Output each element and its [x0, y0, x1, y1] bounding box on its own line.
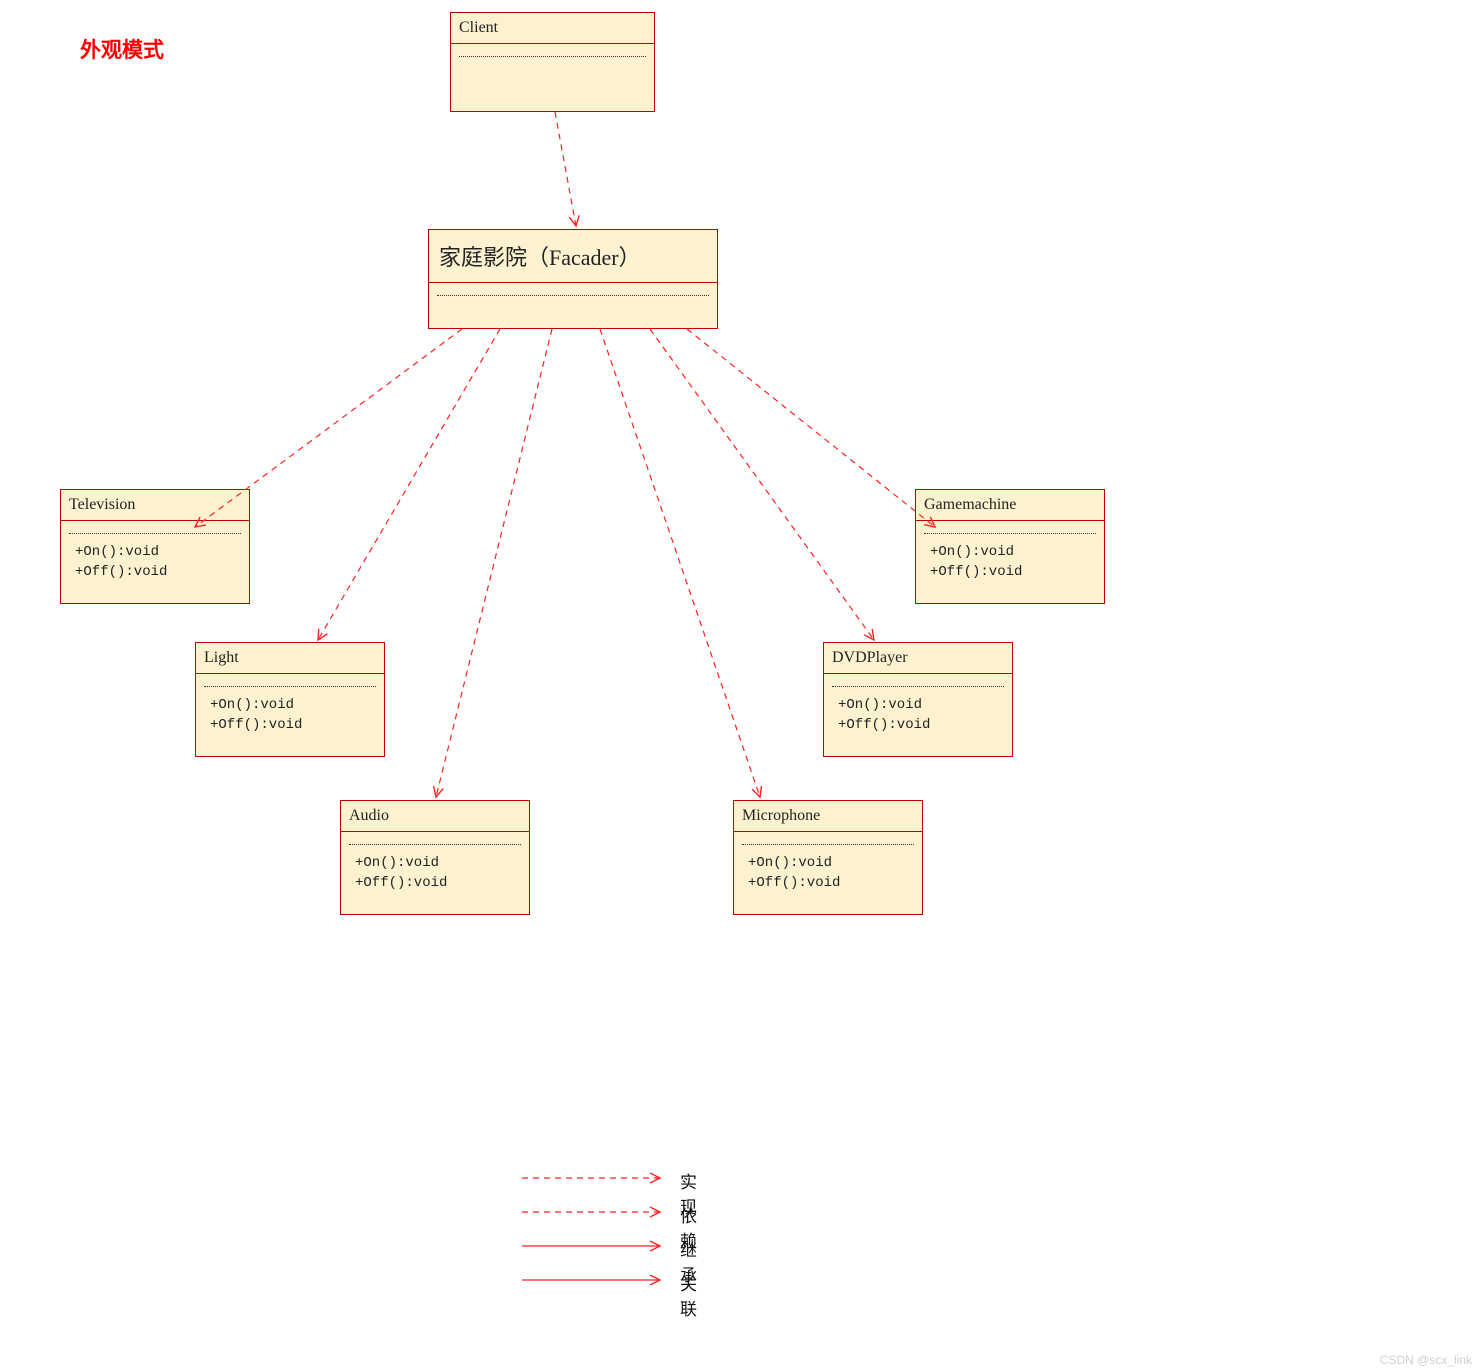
class-television-attr — [61, 521, 249, 542]
class-gamemachine-ops: +On():void +Off():void — [916, 542, 1104, 591]
class-gamemachine-attr — [916, 521, 1104, 542]
op: +On():void — [75, 542, 239, 562]
class-television-ops: +On():void +Off():void — [61, 542, 249, 591]
legend-label: 关联 — [680, 1270, 697, 1320]
class-dvdplayer-ops: +On():void +Off():void — [824, 695, 1012, 744]
class-audio-ops: +On():void +Off():void — [341, 853, 529, 902]
class-light-name: Light — [196, 643, 384, 674]
op: +Off():void — [210, 715, 374, 735]
class-client-attr — [451, 44, 654, 65]
class-light: Light +On():void +Off():void — [195, 642, 385, 757]
class-audio: Audio +On():void +Off():void — [340, 800, 530, 915]
class-light-attr — [196, 674, 384, 695]
class-audio-attr — [341, 832, 529, 853]
class-microphone-name: Microphone — [734, 801, 922, 832]
class-dvdplayer-name: DVDPlayer — [824, 643, 1012, 674]
op: +Off():void — [355, 873, 519, 893]
class-light-ops: +On():void +Off():void — [196, 695, 384, 744]
diagram-title: 外观模式 — [80, 34, 164, 64]
class-facade-name: 家庭影院（Facader） — [429, 230, 717, 283]
class-client-name: Client — [451, 13, 654, 44]
class-client: Client — [450, 12, 655, 112]
op: +Off():void — [75, 562, 239, 582]
op: +Off():void — [838, 715, 1002, 735]
class-gamemachine: Gamemachine +On():void +Off():void — [915, 489, 1105, 604]
watermark: CSDN @scx_link — [1380, 1353, 1472, 1367]
class-dvdplayer-attr — [824, 674, 1012, 695]
class-television-name: Television — [61, 490, 249, 521]
op: +On():void — [355, 853, 519, 873]
op: +On():void — [748, 853, 912, 873]
op: +On():void — [930, 542, 1094, 562]
class-facade-attr — [429, 283, 717, 304]
class-microphone: Microphone +On():void +Off():void — [733, 800, 923, 915]
class-gamemachine-name: Gamemachine — [916, 490, 1104, 521]
op: +Off():void — [930, 562, 1094, 582]
class-microphone-attr — [734, 832, 922, 853]
class-audio-name: Audio — [341, 801, 529, 832]
class-dvdplayer: DVDPlayer +On():void +Off():void — [823, 642, 1013, 757]
class-facade: 家庭影院（Facader） — [428, 229, 718, 329]
op: +Off():void — [748, 873, 912, 893]
op: +On():void — [210, 695, 374, 715]
class-microphone-ops: +On():void +Off():void — [734, 853, 922, 902]
class-television: Television +On():void +Off():void — [60, 489, 250, 604]
op: +On():void — [838, 695, 1002, 715]
